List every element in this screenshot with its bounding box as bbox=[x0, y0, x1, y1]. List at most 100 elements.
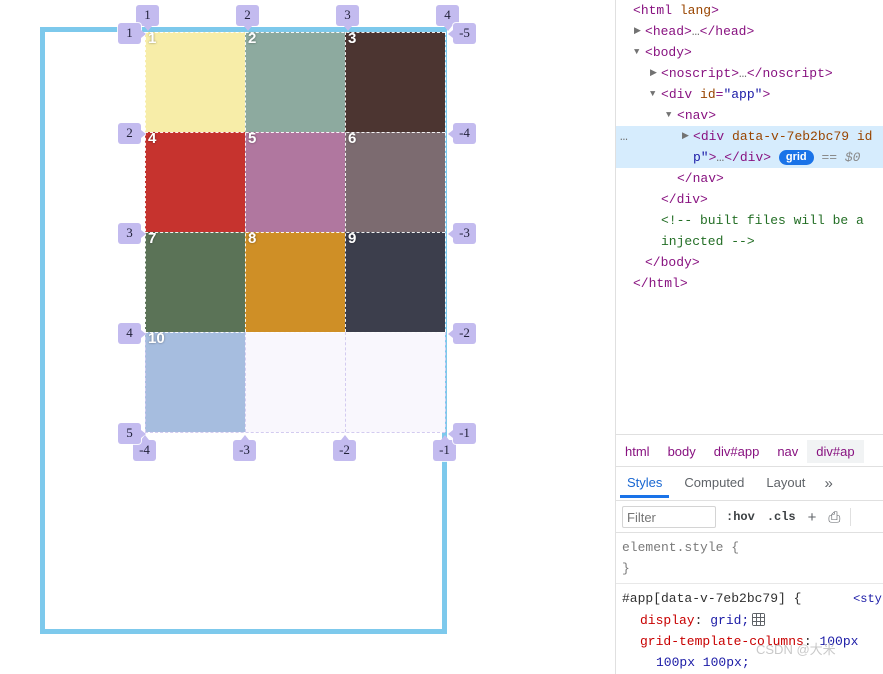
dom-token-eqref: == $0 bbox=[821, 150, 861, 165]
breadcrumb-item-html[interactable]: html bbox=[616, 440, 659, 463]
dom-token-tag: head bbox=[652, 24, 685, 39]
dom-node-row[interactable]: p">…</div> grid == $0 bbox=[616, 147, 883, 168]
chevron-down-icon[interactable]: ▼ bbox=[634, 42, 644, 63]
chevron-down-icon[interactable]: ▼ bbox=[650, 84, 660, 105]
chevron-down-icon[interactable]: ▼ bbox=[666, 105, 676, 126]
dom-token-attrn: data-v-7eb2bc79 bbox=[732, 129, 850, 144]
dom-token-punc: </ bbox=[724, 150, 740, 165]
breadcrumb-item-body[interactable]: body bbox=[659, 440, 705, 463]
chevron-right-icon[interactable]: ▶ bbox=[650, 63, 660, 84]
grid-cell-6: 6 bbox=[345, 130, 445, 232]
dom-node-row[interactable]: ▼ <nav> bbox=[616, 105, 883, 126]
cls-toggle-button[interactable]: .cls bbox=[765, 510, 798, 524]
grid-cell-number: 2 bbox=[248, 30, 257, 47]
grid-cell-number: 10 bbox=[148, 330, 165, 347]
declaration-grid-template-columns[interactable]: grid-template-columns: 100px bbox=[622, 631, 883, 652]
dom-overflow-dots: … bbox=[620, 129, 629, 144]
tab-computed[interactable]: Computed bbox=[673, 469, 755, 497]
grid-badge-pill[interactable]: grid bbox=[778, 150, 814, 165]
grid-cell-number: 5 bbox=[248, 130, 257, 147]
grid-cell-number: 4 bbox=[148, 130, 157, 147]
dom-token-punc: < bbox=[645, 24, 653, 39]
dom-token-tag: nav bbox=[684, 108, 709, 123]
dom-token-punc: > bbox=[679, 276, 688, 291]
print-icon[interactable]: ⎙ bbox=[826, 510, 842, 525]
grid-cell-2: 2 bbox=[245, 30, 345, 132]
declaration-value[interactable]: grid; bbox=[710, 613, 749, 628]
twisty-placeholder bbox=[666, 168, 676, 189]
style-source-link[interactable]: <sty bbox=[853, 592, 882, 606]
dom-token-tag: html bbox=[648, 276, 680, 291]
search-input[interactable] bbox=[622, 506, 716, 528]
grid-column-line-badge-top: 3 bbox=[336, 5, 359, 31]
breadcrumb-item-div-app[interactable]: div#app bbox=[705, 440, 769, 463]
dom-node-row[interactable]: </html> bbox=[616, 273, 883, 294]
dom-token-punc: > bbox=[824, 66, 833, 81]
twisty-placeholder bbox=[650, 189, 660, 210]
dom-token-punc: > bbox=[716, 171, 724, 186]
dom-token-tag: nav bbox=[692, 171, 717, 186]
breadcrumb-item-div-ap[interactable]: div#ap bbox=[807, 439, 864, 463]
dom-token-punc: < bbox=[693, 129, 701, 144]
tab-styles[interactable]: Styles bbox=[616, 469, 673, 498]
declaration-display[interactable]: display: grid; bbox=[622, 610, 883, 631]
dom-node-row[interactable]: </body> bbox=[616, 252, 883, 273]
dom-node-row[interactable]: … ▶ <div data-v-7eb2bc79 id bbox=[616, 126, 883, 147]
more-tabs-icon[interactable]: » bbox=[816, 469, 840, 498]
declaration-property[interactable]: display bbox=[640, 613, 695, 628]
dom-token-attrn: lang bbox=[679, 3, 712, 18]
twisty-placeholder bbox=[650, 231, 660, 252]
dom-node-row[interactable]: ▼ <body> bbox=[616, 42, 883, 63]
chevron-right-icon[interactable]: ▶ bbox=[634, 21, 644, 42]
dom-token-punc: </ bbox=[645, 255, 661, 270]
dom-token-punc: < bbox=[661, 87, 669, 102]
dom-token-tag: noscript bbox=[668, 66, 732, 81]
breadcrumb-item-nav[interactable]: nav bbox=[768, 440, 807, 463]
dom-token-punc: </ bbox=[633, 276, 649, 291]
dom-token-tag: div bbox=[676, 192, 701, 207]
dom-node-row[interactable]: ▼ <div id="app"> bbox=[616, 84, 883, 105]
styles-pane[interactable]: element.style { } #app[data-v-7eb2bc79] … bbox=[616, 532, 883, 674]
styles-filter-bar[interactable]: :hov .cls + ⎙ bbox=[616, 500, 883, 533]
dom-node-row[interactable]: ▶ <head>…</head> bbox=[616, 21, 883, 42]
grid-cell-9: 9 bbox=[345, 230, 445, 332]
new-style-rule-icon[interactable]: + bbox=[806, 510, 819, 525]
dom-node-row[interactable]: ▶ <noscript>…</noscript> bbox=[616, 63, 883, 84]
hov-toggle-button[interactable]: :hov bbox=[724, 510, 757, 524]
dom-token-punc: > bbox=[700, 192, 708, 207]
dom-token-punc: > bbox=[763, 150, 772, 165]
grid-cell-8: 8 bbox=[245, 230, 345, 332]
dom-token-punc: > bbox=[746, 24, 755, 39]
rule-selector[interactable]: #app[data-v-7eb2bc79] { bbox=[622, 591, 801, 606]
dom-tree[interactable]: <html lang> ▶ <head>…</head> ▼ <body> ▶ <noscr… bbox=[616, 0, 883, 434]
dom-node-row[interactable]: injected --> bbox=[616, 231, 883, 252]
dom-node-row[interactable]: </div> bbox=[616, 189, 883, 210]
grid-cell-empty bbox=[245, 332, 345, 432]
grid-row-line-badge-right: -1 bbox=[448, 423, 476, 444]
grid-cell-4: 4 bbox=[145, 130, 245, 232]
dom-token-punc: </ bbox=[661, 192, 677, 207]
dom-node-row[interactable]: <!-- built files will be a bbox=[616, 210, 883, 231]
rule-divider bbox=[616, 583, 883, 584]
grid-badge-icon[interactable] bbox=[752, 613, 766, 626]
grid-cell-number: 8 bbox=[248, 230, 257, 247]
grid-cell-number: 9 bbox=[348, 230, 357, 247]
dom-token-punc: </ bbox=[699, 24, 716, 39]
devtools-tabs[interactable]: Styles Computed Layout» bbox=[616, 466, 883, 499]
dom-node-row[interactable]: </nav> bbox=[616, 168, 883, 189]
grid-cell-3: 3 bbox=[345, 30, 445, 132]
dom-token-punc: > bbox=[762, 87, 771, 102]
grid-column-line-badge-top: 1 bbox=[136, 5, 159, 31]
dom-token-punc: </ bbox=[677, 171, 693, 186]
tab-layout[interactable]: Layout bbox=[755, 469, 816, 497]
dom-token-punc: > bbox=[731, 66, 740, 81]
grid-cell-7: 7 bbox=[145, 230, 245, 332]
dom-token-punc: < bbox=[645, 45, 653, 60]
declaration-value[interactable]: 100px bbox=[819, 634, 858, 649]
grid-cell-empty bbox=[345, 332, 445, 432]
grid-row-line-badge-right: -3 bbox=[448, 223, 476, 244]
declaration-property[interactable]: grid-template-columns bbox=[640, 634, 804, 649]
chevron-right-icon[interactable]: ▶ bbox=[682, 126, 692, 147]
dom-node-row[interactable]: <html lang> bbox=[616, 0, 883, 21]
breadcrumb[interactable]: html body div#app nav div#ap bbox=[616, 434, 883, 467]
